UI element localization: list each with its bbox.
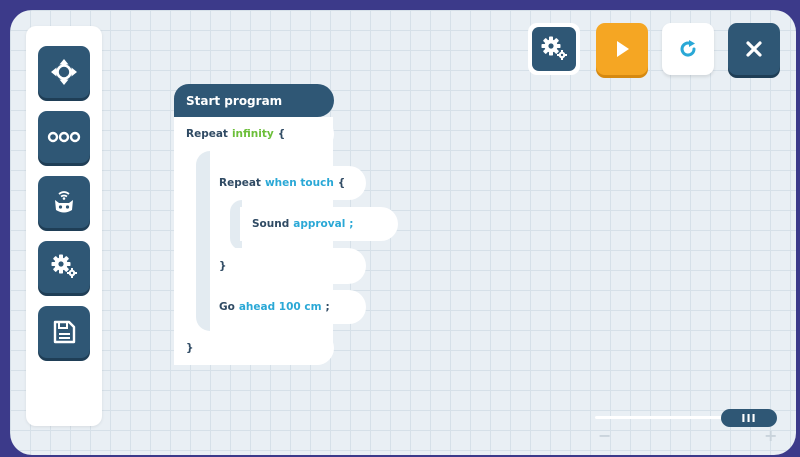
sidebar-item-save[interactable]: [38, 306, 90, 358]
open-brace: {: [337, 177, 346, 189]
reset-icon: [680, 40, 696, 57]
inner-repeat-close: [210, 248, 366, 284]
play-icon: [617, 41, 629, 57]
outer-close-brace: }: [186, 342, 194, 354]
start-program-block[interactable]: Start program: [174, 84, 334, 117]
zoom-in-icon[interactable]: +: [764, 426, 777, 445]
sidebar-item-robot[interactable]: [38, 176, 90, 228]
repeat-keyword: Repeat: [219, 177, 261, 189]
outer-repeat-label: Repeat infinity {: [186, 117, 285, 151]
close-icon: [746, 41, 762, 57]
reset-button[interactable]: [662, 23, 714, 75]
statement-end: ;: [325, 301, 330, 313]
sound-keyword: Sound: [252, 218, 290, 230]
play-button[interactable]: [596, 23, 648, 75]
dpad-icon: [51, 59, 77, 85]
settings-icon: [51, 254, 77, 278]
go-arg: ahead 100 cm: [238, 301, 322, 313]
sound-label: Sound approval ;: [252, 207, 354, 241]
repeat-keyword: Repeat: [186, 128, 228, 140]
close-button[interactable]: [728, 23, 780, 75]
inner-repeat-label: Repeat when touch {: [219, 166, 345, 200]
workspace-frame: [10, 10, 796, 455]
sound-arg: approval: [293, 218, 346, 230]
sidebar: [26, 26, 102, 426]
robot-icon: [55, 191, 73, 213]
sidebar-item-more[interactable]: [38, 111, 90, 163]
repeat-arg: when touch: [264, 177, 334, 189]
outer-repeat-close: [174, 331, 334, 365]
settings-button[interactable]: [528, 23, 580, 75]
inner-close-brace: }: [219, 260, 227, 272]
go-label: Go ahead 100 cm ;: [219, 290, 330, 324]
sidebar-item-directions[interactable]: [38, 46, 90, 98]
outer-loop-track: [196, 151, 210, 331]
go-keyword: Go: [219, 301, 235, 313]
zoom-out-icon[interactable]: −: [598, 426, 611, 445]
statement-end: ;: [349, 218, 354, 230]
gear-icon: [541, 36, 567, 60]
save-icon: [53, 320, 76, 344]
open-brace: {: [277, 128, 286, 140]
zoom-slider-thumb[interactable]: III: [721, 409, 777, 427]
repeat-arg: infinity: [231, 128, 274, 140]
dots-icon: [47, 131, 81, 143]
sidebar-item-settings[interactable]: [38, 241, 90, 293]
